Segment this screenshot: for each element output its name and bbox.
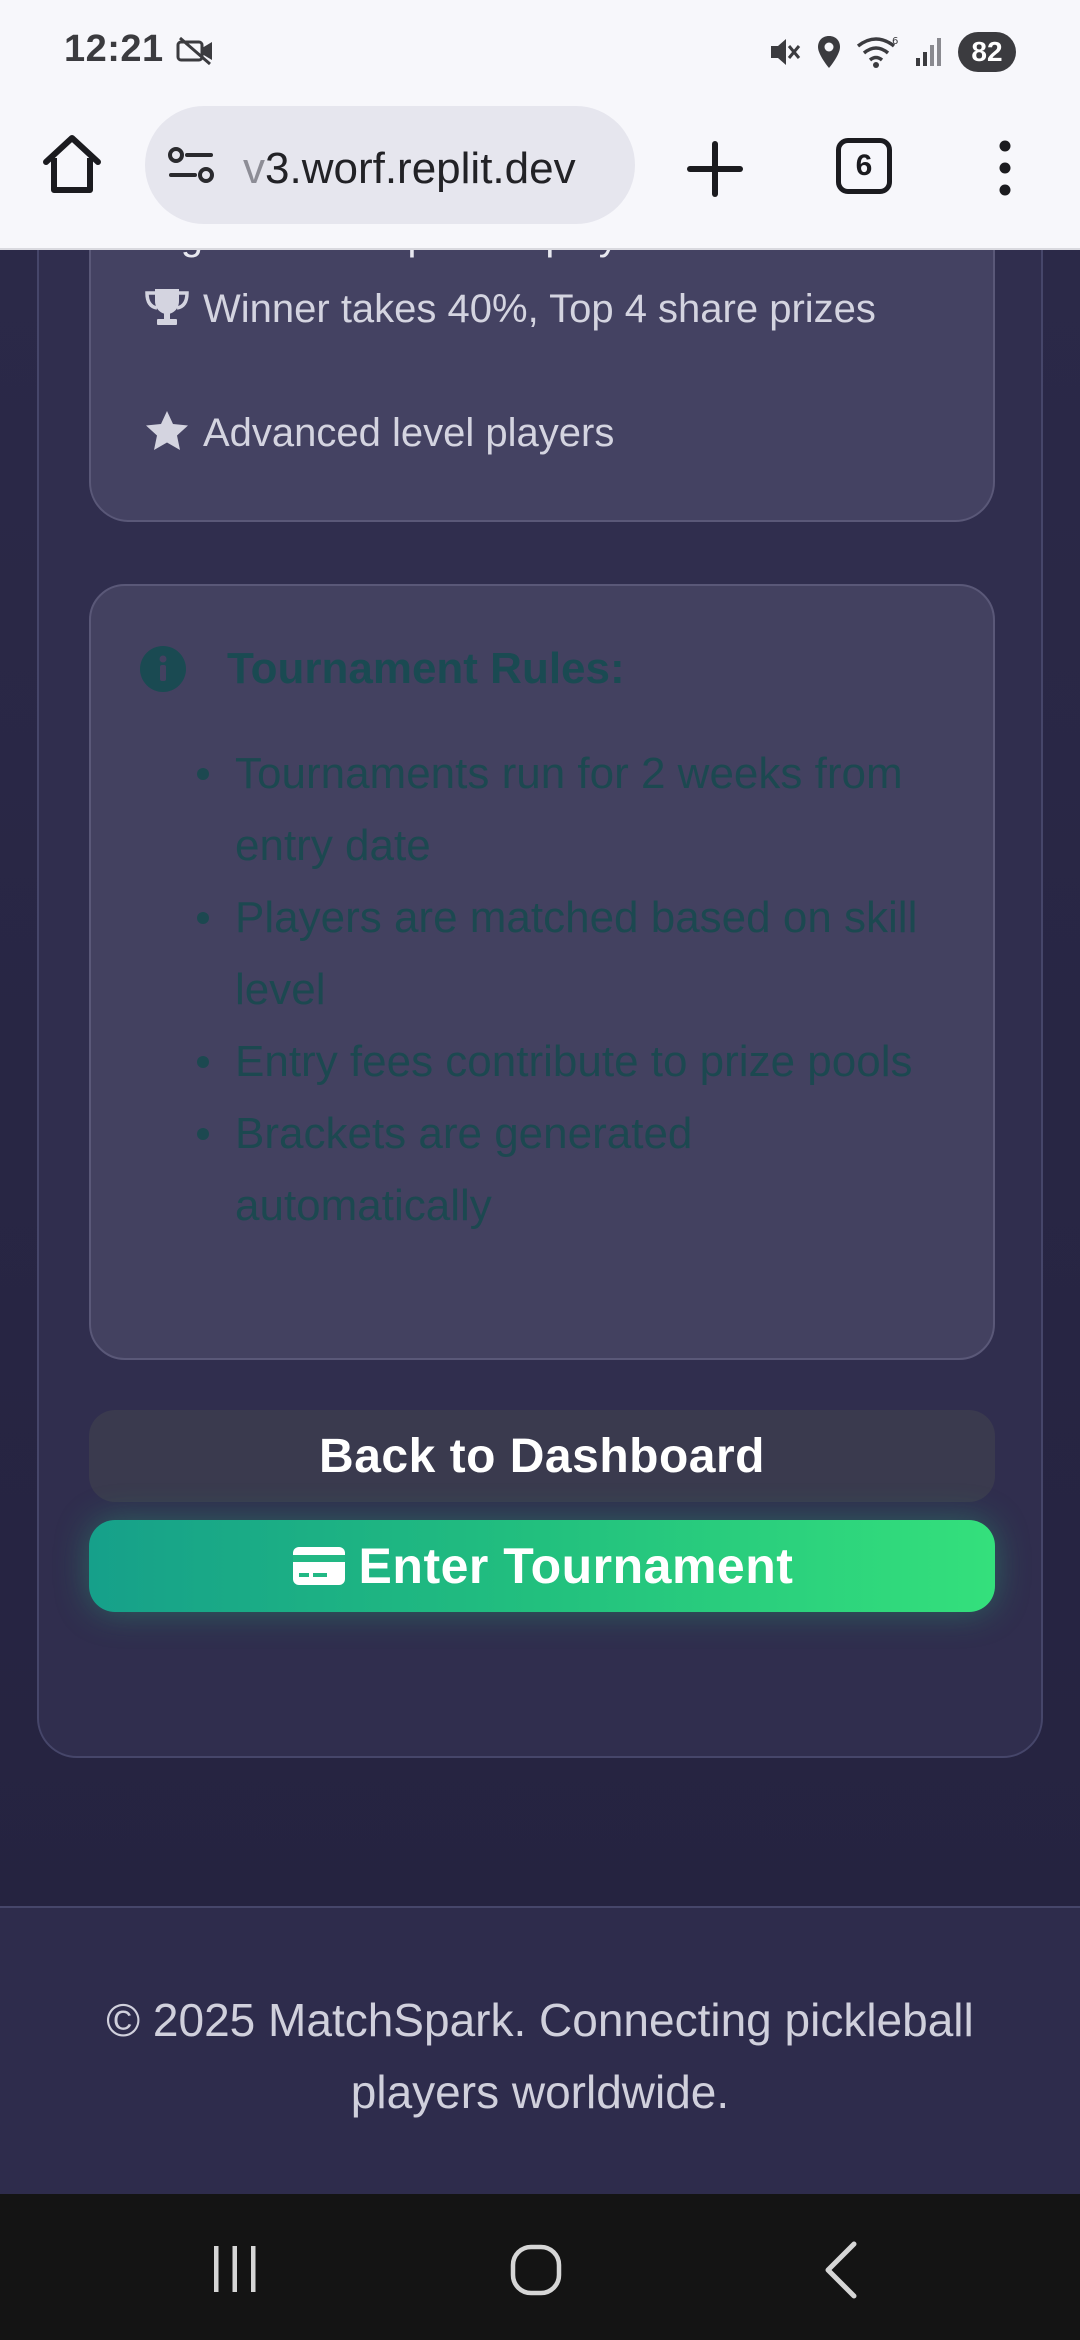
enter-tournament-label: Enter Tournament (358, 1538, 794, 1594)
rules-list: Tournaments run for 2 weeks from entry d… (197, 738, 935, 1242)
tournament-card: High-level competitive play Winner takes… (37, 250, 1043, 1758)
tab-switcher-button[interactable]: 6 (836, 138, 892, 194)
url-host: 3.worf.replit.dev (265, 144, 576, 193)
signal-icon (916, 38, 941, 66)
url-scheme-faded: v (243, 144, 265, 193)
plus-icon[interactable] (680, 134, 750, 204)
trophy-icon (145, 289, 189, 325)
page-footer: © 2025 MatchSpark. Connecting pickleball… (0, 1906, 1080, 2194)
browser-toolbar: v3.worf.replit.dev 6 (0, 100, 1080, 250)
site-settings-icon[interactable] (167, 144, 217, 186)
enter-tournament-button[interactable]: Enter Tournament (89, 1520, 995, 1612)
back-to-dashboard-button[interactable]: Back to Dashboard (89, 1410, 995, 1502)
prize-info: Winner takes 40%, Top 4 share prizes (143, 278, 943, 340)
svg-text:6: 6 (892, 36, 898, 47)
tournament-tagline: High-level competitive play (143, 250, 619, 259)
page-content: High-level competitive play Winner takes… (0, 250, 1080, 2194)
status-time: 12:21 (64, 28, 164, 70)
status-bar: 12:21 6 82 (0, 0, 1080, 100)
rules-heading: Tournament Rules: (139, 644, 625, 694)
tournament-info-card: High-level competitive play Winner takes… (89, 250, 995, 522)
tournament-rules-card: Tournament Rules: Tournaments run for 2 … (89, 584, 995, 1360)
address-bar[interactable]: v3.worf.replit.dev (145, 106, 635, 224)
rules-list-item: Players are matched based on skill level (197, 882, 935, 1026)
status-icons: 6 82 (768, 30, 1016, 74)
rules-heading-text: Tournament Rules: (227, 644, 625, 693)
recent-apps-icon[interactable] (210, 2244, 260, 2294)
url-text[interactable]: v3.worf.replit.dev (243, 144, 576, 194)
home-icon[interactable] (36, 128, 108, 200)
video-off-icon (176, 36, 212, 66)
home-circle-icon[interactable] (510, 2244, 562, 2296)
back-icon[interactable] (820, 2240, 860, 2300)
credit-card-icon (292, 1547, 345, 1585)
star-icon (146, 411, 188, 450)
prize-text: Winner takes 40%, Top 4 share prizes (203, 287, 876, 331)
wifi-icon: 6 (856, 36, 898, 68)
info-circle-icon (140, 646, 186, 692)
footer-text: © 2025 MatchSpark. Connecting pickleball… (106, 1994, 974, 2118)
mute-icon (771, 39, 801, 65)
location-icon (818, 36, 840, 68)
more-menu-icon[interactable] (990, 136, 1020, 200)
battery-indicator: 82 (958, 32, 1016, 72)
rules-list-item: Tournaments run for 2 weeks from entry d… (197, 738, 935, 882)
system-nav-bar (0, 2194, 1080, 2340)
rules-list-item: Brackets are generated automatically (197, 1098, 935, 1242)
level-info: Advanced level players (143, 402, 943, 464)
rules-list-item: Entry fees contribute to prize pools (197, 1026, 935, 1098)
level-text: Advanced level players (203, 411, 615, 455)
